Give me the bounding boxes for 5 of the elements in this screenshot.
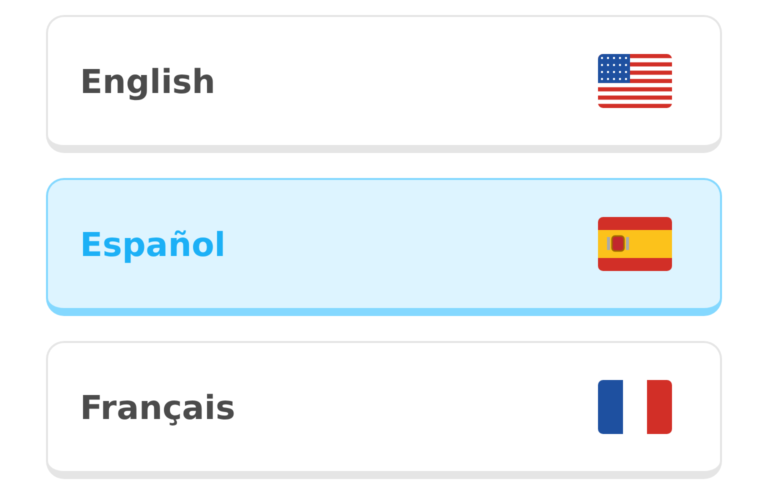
language-option[interactable]: Français (46, 341, 722, 479)
language-option[interactable]: English (46, 15, 722, 153)
flag-icon (598, 54, 672, 108)
flag-icon (598, 380, 672, 434)
flag-icon (598, 217, 672, 271)
